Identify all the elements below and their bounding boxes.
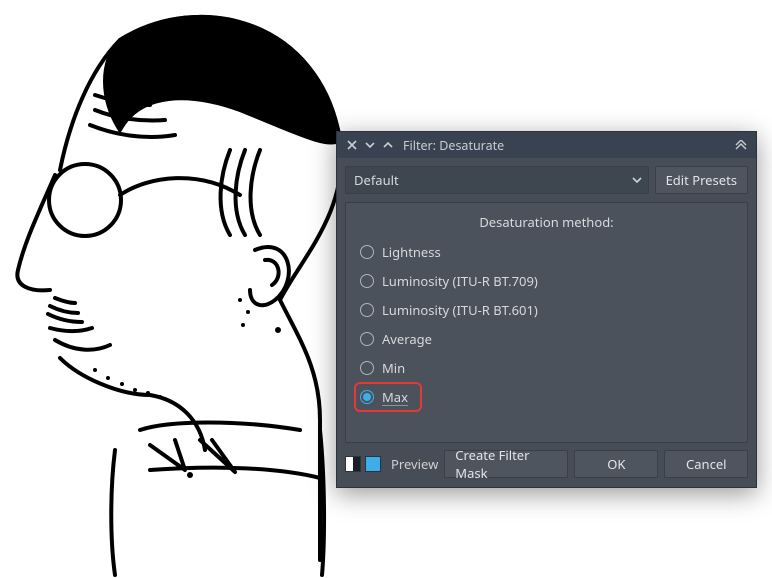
radio-luminosity-itu-r-bt-709[interactable]: Luminosity (ITU-R BT.709) [358,270,735,292]
radio-icon [360,332,374,346]
radio-max[interactable]: Max [358,386,418,408]
dock-up-icon[interactable] [379,136,397,154]
dialog-footer: Preview Create Filter Mask OK Cancel [337,449,756,487]
radio-label: Luminosity (ITU-R BT.601) [382,301,538,319]
radio-label: Lightness [382,243,441,261]
radio-min[interactable]: Min [358,357,735,379]
radio-label: Luminosity (ITU-R BT.709) [382,272,538,290]
radio-icon [360,274,374,288]
method-panel-title: Desaturation method: [358,213,735,231]
dialog-body: Default Edit Presets Desaturation method… [337,158,756,449]
preview-swatch-before-after-icon [345,456,361,472]
edit-presets-button[interactable]: Edit Presets [655,166,748,194]
method-panel: Desaturation method: Lightness Luminosity… [345,202,748,443]
preview-label: Preview [391,455,438,473]
radio-label: Average [382,330,432,348]
create-filter-mask-button[interactable]: Create Filter Mask [444,450,568,478]
preset-value: Default [354,171,399,189]
dock-down-icon[interactable] [361,136,379,154]
radio-icon [360,361,374,375]
radio-icon [360,303,374,317]
chevron-down-icon [632,175,642,185]
preset-combobox[interactable]: Default [345,166,649,194]
cancel-button[interactable]: Cancel [664,450,748,478]
close-icon[interactable] [343,136,361,154]
dialog-titlebar[interactable]: Filter: Desaturate [337,132,756,158]
radio-label: Max [382,388,408,406]
filter-dialog: Filter: Desaturate Default Edit Presets … [336,131,757,488]
preview-swatch-color-icon [365,456,381,472]
radio-label: Min [382,359,405,377]
radio-average[interactable]: Average [358,328,735,350]
radio-icon [360,390,374,404]
radio-luminosity-itu-r-bt-601[interactable]: Luminosity (ITU-R BT.601) [358,299,735,321]
dialog-title: Filter: Desaturate [403,137,732,154]
preview-swatches[interactable] [345,456,385,472]
radio-lightness[interactable]: Lightness [358,241,735,263]
collapse-icon[interactable] [732,136,750,154]
radio-icon [360,245,374,259]
ok-button[interactable]: OK [574,450,658,478]
method-radio-group: Lightness Luminosity (ITU-R BT.709) Lumino… [358,241,735,408]
